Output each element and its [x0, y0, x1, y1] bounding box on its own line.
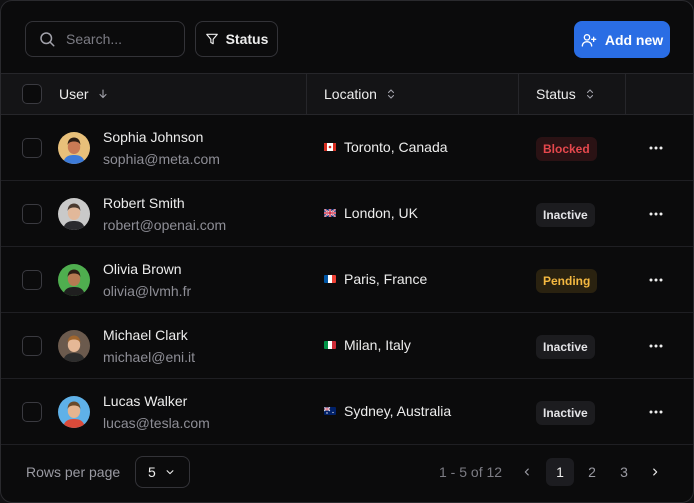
table-footer: Rows per page 5 1 - 5 of 12 1 2 3 [1, 444, 693, 502]
france-flag-icon [324, 275, 336, 283]
column-header-label: Status [536, 86, 576, 102]
column-header-label: Location [324, 86, 377, 102]
status-filter-button[interactable]: Status [195, 21, 278, 57]
sort-icon [576, 88, 596, 100]
pagination-range: 1 - 5 of 12 [439, 464, 503, 480]
avatar [58, 330, 90, 362]
more-horizontal-icon [649, 344, 663, 348]
uk-flag-icon [324, 209, 336, 217]
user-location: Milan, Italy [324, 337, 411, 353]
table-row: Michael Clark michael@eni.it Milan, Italy I… [1, 313, 693, 379]
add-new-label: Add new [604, 31, 664, 48]
avatar [58, 132, 90, 164]
user-email: olivia@lvmh.fr [103, 283, 192, 299]
user-email: michael@eni.it [103, 349, 196, 365]
table-row: Sophia Johnson sophia@meta.com Toronto, Ca… [1, 115, 693, 181]
location-text: Milan, Italy [344, 337, 411, 353]
next-page-button[interactable] [641, 458, 669, 486]
user-location: Toronto, Canada [324, 139, 448, 155]
column-header-status[interactable]: Status [536, 74, 596, 114]
status-filter-label: Status [225, 31, 269, 47]
previous-page-button[interactable] [513, 458, 541, 486]
toolbar: Status Add new [1, 1, 693, 73]
column-divider [306, 74, 307, 114]
status-badge: Blocked [536, 137, 597, 161]
row-actions-button[interactable] [647, 338, 665, 354]
rows-per-page-select[interactable]: 5 [135, 456, 190, 488]
status-badge: Inactive [536, 203, 595, 227]
user-name: Lucas Walker [103, 393, 188, 409]
row-actions-button[interactable] [647, 404, 665, 420]
table-row: Robert Smith robert@openai.com London, UK I… [1, 181, 693, 247]
user-location: Sydney, Australia [324, 403, 451, 419]
avatar [58, 396, 90, 428]
more-horizontal-icon [649, 146, 663, 150]
chevron-left-icon [522, 467, 532, 477]
more-horizontal-icon [649, 212, 663, 216]
sort-desc-icon [89, 88, 109, 100]
row-actions-button[interactable] [647, 272, 665, 288]
user-name: Michael Clark [103, 327, 188, 343]
column-header-location[interactable]: Location [324, 74, 397, 114]
rows-per-page-value: 5 [148, 464, 156, 480]
user-name: Olivia Brown [103, 261, 182, 277]
column-header-label: User [59, 86, 89, 102]
page-button-2[interactable]: 2 [578, 458, 606, 486]
search-field[interactable] [25, 21, 185, 57]
more-horizontal-icon [649, 278, 663, 282]
italy-flag-icon [324, 341, 336, 349]
add-user-icon [581, 32, 597, 48]
table-row: Lucas Walker lucas@tesla.com Sydney, Austr… [1, 379, 693, 445]
row-checkbox[interactable] [22, 204, 42, 224]
location-text: Sydney, Australia [344, 403, 452, 419]
user-name: Sophia Johnson [103, 129, 204, 145]
row-checkbox[interactable] [22, 138, 42, 158]
location-text: London, UK [344, 205, 418, 221]
select-all-checkbox[interactable] [22, 84, 42, 104]
rows-per-page-label: Rows per page [26, 464, 121, 480]
search-icon [38, 30, 56, 48]
row-actions-button[interactable] [647, 140, 665, 156]
chevron-right-icon [650, 467, 660, 477]
status-badge: Inactive [536, 401, 595, 425]
user-location: London, UK [324, 205, 418, 221]
users-table-card: Status Add new User Location Status [0, 0, 694, 503]
chevron-down-icon [165, 467, 175, 477]
row-checkbox[interactable] [22, 402, 42, 422]
search-input[interactable] [66, 31, 176, 47]
location-text: Toronto, Canada [344, 139, 448, 155]
user-email: sophia@meta.com [103, 151, 220, 167]
user-location: Paris, France [324, 271, 427, 287]
canada-flag-icon [324, 143, 336, 151]
avatar [58, 198, 90, 230]
location-text: Paris, France [344, 271, 428, 287]
row-actions-button[interactable] [647, 206, 665, 222]
sort-icon [377, 88, 397, 100]
status-badge: Pending [536, 269, 598, 293]
page-button-1[interactable]: 1 [546, 458, 574, 486]
user-email: lucas@tesla.com [103, 415, 210, 431]
column-header-user[interactable]: User [59, 74, 109, 114]
row-checkbox[interactable] [22, 270, 42, 290]
table-header: User Location Status [1, 73, 693, 115]
row-checkbox[interactable] [22, 336, 42, 356]
user-email: robert@openai.com [103, 217, 227, 233]
more-horizontal-icon [649, 410, 663, 414]
column-divider [625, 74, 626, 114]
australia-flag-icon [324, 407, 336, 415]
status-badge: Inactive [536, 335, 595, 359]
add-new-button[interactable]: Add new [574, 21, 670, 58]
avatar [58, 264, 90, 296]
filter-icon [205, 32, 219, 46]
page-button-3[interactable]: 3 [610, 458, 638, 486]
user-name: Robert Smith [103, 195, 185, 211]
table-row: Olivia Brown olivia@lvmh.fr Paris, France P… [1, 247, 693, 313]
column-divider [518, 74, 519, 114]
